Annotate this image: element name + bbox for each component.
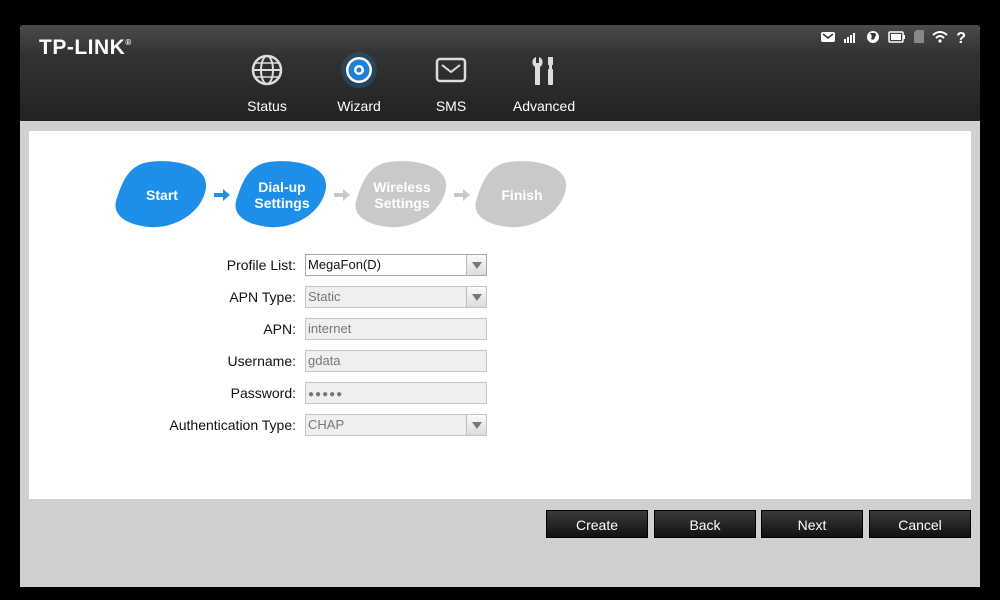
mail-icon[interactable]: [820, 30, 836, 48]
help-icon[interactable]: ?: [956, 31, 966, 47]
tools-icon: [524, 51, 564, 91]
wizard-step-start: Start: [114, 160, 210, 230]
profile-list-label: Profile List:: [226, 257, 296, 273]
step-wireless-label: Wireless Settings: [373, 179, 431, 211]
nav-advanced[interactable]: Advanced: [499, 51, 589, 114]
step-arrow-3: [454, 189, 470, 201]
nav-sms[interactable]: SMS: [406, 51, 496, 114]
password-row: Password: ●●●●●: [29, 382, 971, 404]
auth-type-row: Authentication Type: CHAP: [29, 414, 971, 436]
wizard-step-wireless: Wireless Settings: [354, 160, 450, 230]
username-row: Username: gdata: [29, 350, 971, 372]
apn-type-row: APN Type: Static: [29, 286, 971, 308]
step-finish-label: Finish: [501, 187, 543, 203]
nav-status-label: Status: [247, 98, 287, 114]
apn-label: APN:: [263, 321, 296, 337]
globe-icon: [247, 51, 287, 91]
nav-wizard[interactable]: Wizard: [314, 51, 404, 114]
status-bar: ?: [820, 30, 966, 49]
wizard-step-finish: Finish: [474, 160, 570, 230]
apn-type-label: APN Type:: [229, 289, 296, 305]
app-window: TP-LINK® Status Wizard SMS Advanced ? St…: [20, 25, 980, 587]
step-dialup-label: Dial-up Settings: [254, 179, 310, 211]
step-arrow-2: [334, 189, 350, 201]
profile-list-row: Profile List: MegaFon(D): [29, 254, 971, 276]
username-label: Username:: [227, 353, 296, 369]
profile-list-value: MegaFon(D): [308, 257, 381, 272]
chevron-down-icon[interactable]: [466, 287, 486, 307]
username-value: gdata: [308, 353, 341, 368]
password-value: ●●●●●: [308, 389, 344, 400]
apn-value: internet: [308, 321, 352, 336]
password-label: Password:: [230, 385, 296, 401]
step-arrow-1: [214, 189, 230, 201]
registered-mark: ®: [125, 38, 132, 47]
apn-input[interactable]: internet: [305, 318, 487, 340]
nav-status[interactable]: Status: [222, 51, 312, 114]
battery-icon: [888, 30, 906, 48]
top-header: TP-LINK® Status Wizard SMS Advanced ?: [20, 25, 980, 121]
auth-type-value: CHAP: [308, 417, 345, 432]
auth-type-label: Authentication Type:: [169, 417, 296, 433]
cancel-button[interactable]: Cancel: [869, 510, 971, 538]
create-button[interactable]: Create: [546, 510, 648, 538]
gear-icon: [339, 51, 379, 91]
logo-text: TP-LINK: [39, 36, 126, 59]
chevron-down-icon[interactable]: [466, 255, 486, 275]
nav-sms-label: SMS: [435, 98, 467, 114]
username-input[interactable]: gdata: [305, 350, 487, 372]
nav-wizard-label: Wizard: [337, 98, 381, 114]
wizard-step-dialup: Dial-up Settings: [234, 160, 330, 230]
apn-type-value: Static: [308, 289, 341, 304]
envelope-icon: [431, 51, 471, 91]
tp-link-logo: TP-LINK®: [39, 36, 132, 60]
password-input[interactable]: ●●●●●: [305, 382, 487, 404]
signal-icon: [844, 30, 858, 48]
next-button[interactable]: Next: [761, 510, 863, 538]
back-button[interactable]: Back: [654, 510, 756, 538]
chevron-down-icon[interactable]: [466, 415, 486, 435]
profile-list-select[interactable]: MegaFon(D): [305, 254, 487, 276]
step-start-label: Start: [146, 187, 178, 203]
apn-type-select[interactable]: Static: [305, 286, 487, 308]
internet-icon: [866, 30, 880, 49]
nav-advanced-label: Advanced: [512, 98, 576, 114]
auth-type-select[interactable]: CHAP: [305, 414, 487, 436]
wifi-icon: [932, 30, 948, 48]
wizard-panel: Start Dial-up Settings Wireless Settings F…: [29, 131, 971, 499]
sd-card-icon: [914, 30, 925, 48]
apn-row: APN: internet: [29, 318, 971, 340]
